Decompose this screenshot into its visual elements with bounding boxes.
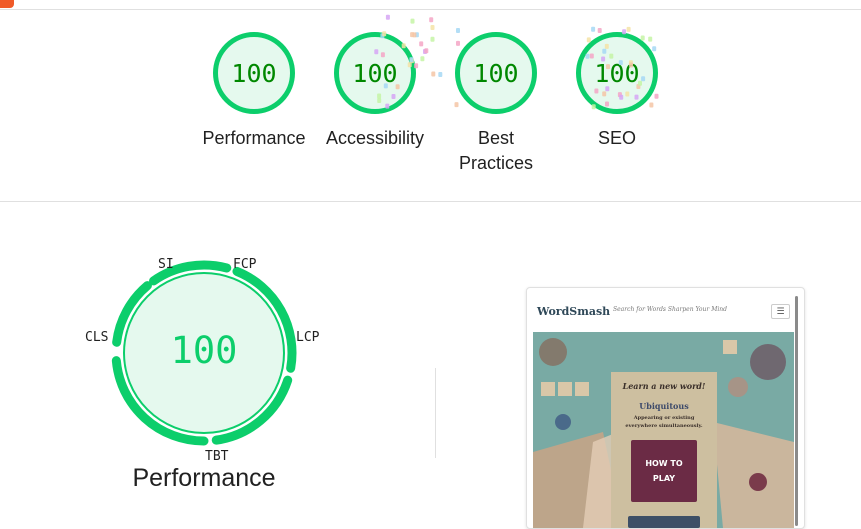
how-to-play-button: HOW TO PLAY (631, 440, 697, 502)
screenshot-scrollbar (795, 296, 798, 526)
gauge-label: Performance (202, 128, 306, 148)
how-to-play-label: HOW TO PLAY (645, 459, 683, 483)
gauge-ring: 100 (455, 32, 537, 114)
card-title: Learn a new word! (622, 381, 706, 391)
gauge-label: Accessibility (325, 128, 425, 148)
metric-lcp: LCP (296, 330, 320, 345)
gauge-performance[interactable]: 100 Performance (184, 32, 324, 151)
gauge-score: 100 (231, 58, 277, 88)
gauge-ring: 100 (213, 32, 295, 114)
gauge-seo[interactable]: 100 SEO (547, 32, 687, 151)
gauge-ring: 100 (576, 32, 658, 114)
performance-title: Performance (132, 464, 276, 492)
gauge-accessibility[interactable]: 100 Accessibility (305, 32, 445, 151)
category-gauges: 100 Performance 100 Accessibility 100 Be… (0, 0, 861, 202)
gauge-score: 100 (473, 58, 519, 88)
performance-score: 100 (170, 329, 238, 372)
metric-cls: CLS (85, 330, 109, 345)
screenshot-navbar: WordSmash Search for Words Sharpen Your … (533, 298, 793, 324)
screenshot-brand: WordSmash (537, 305, 611, 318)
screenshot-tagline: Search for Words Sharpen Your Mind (613, 306, 727, 313)
performance-section: SI FCP LCP CLS TBT 100 Performance WordS… (0, 202, 861, 529)
section-divider (435, 368, 436, 458)
page-screenshot[interactable]: WordSmash Search for Words Sharpen Your … (526, 287, 805, 529)
gauge-score: 100 (352, 58, 398, 88)
gauge-best-practices[interactable]: 100 Best Practices (426, 32, 566, 176)
gauge-label: SEO (597, 128, 636, 148)
metric-tbt: TBT (205, 449, 229, 464)
word-card: Learn a new word! Ubiquitous Appearing o… (611, 372, 717, 528)
gauge-score: 100 (594, 58, 640, 88)
metric-si: SI (158, 257, 174, 272)
screenshot-hero: Learn a new word! Ubiquitous Appearing o… (533, 332, 794, 528)
hamburger-icon: ☰ (771, 304, 790, 319)
metric-fcp: FCP (233, 257, 257, 272)
card-definition: Appearing or existing everywhere simulta… (625, 415, 703, 429)
card-word: Ubiquitous (639, 401, 689, 411)
gauge-ring: 100 (334, 32, 416, 114)
gauge-label: Best Practices (458, 128, 534, 173)
